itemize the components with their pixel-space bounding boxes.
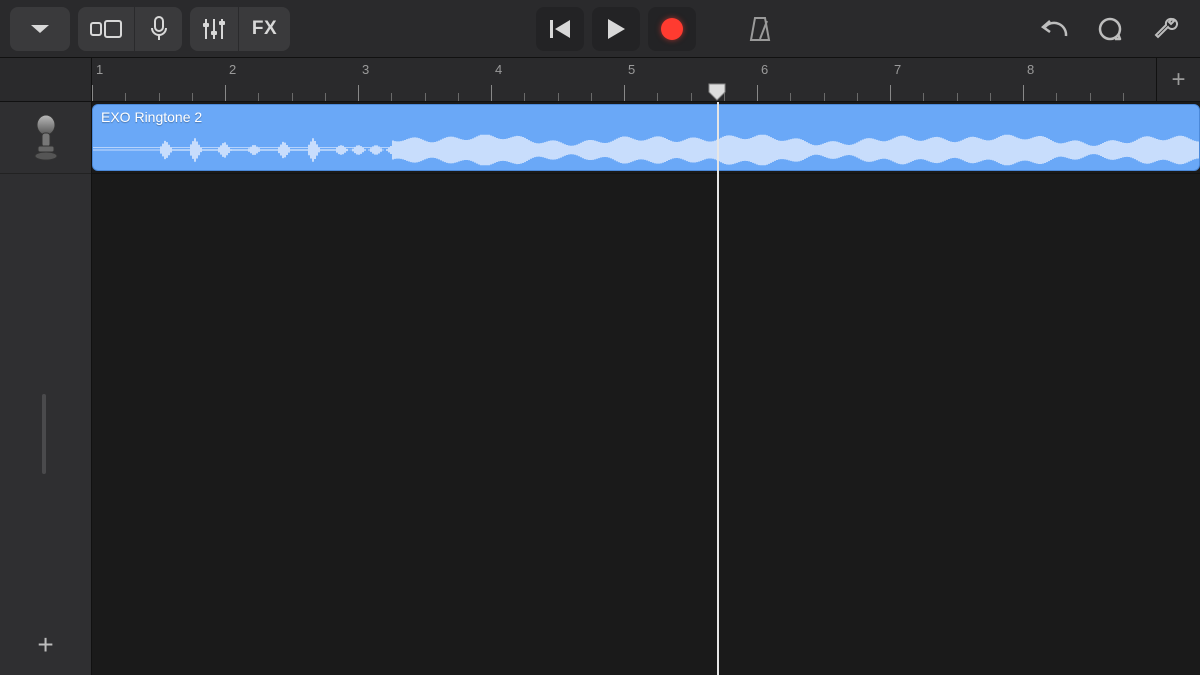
view-record-group (78, 7, 182, 51)
undo-icon (1039, 18, 1069, 40)
add-track-button[interactable]: + (0, 615, 91, 675)
ruler-bar-number: 4 (495, 62, 502, 77)
ruler-row: 1 2 3 4 5 6 7 8 + (0, 58, 1200, 102)
plus-icon: + (37, 629, 53, 661)
ruler-bar-number: 1 (96, 62, 103, 77)
skip-back-icon (548, 18, 572, 40)
ruler-bar-number: 7 (894, 62, 901, 77)
microphone-icon (149, 16, 169, 42)
rewind-button[interactable] (536, 7, 584, 51)
settings-button[interactable] (1142, 7, 1190, 51)
play-icon (606, 18, 626, 40)
wrench-icon (1152, 15, 1180, 43)
waveform (93, 133, 1199, 160)
track-row[interactable]: EXO Ringtone 2 (92, 102, 1200, 174)
play-button[interactable] (592, 7, 640, 51)
left-cluster: FX (10, 7, 290, 51)
plus-icon: + (1171, 66, 1185, 94)
browser-dropdown-button[interactable] (10, 7, 70, 51)
track-header-space (0, 174, 91, 615)
add-section-button[interactable]: + (1156, 58, 1200, 101)
chevron-down-icon (29, 22, 51, 36)
metronome-icon (747, 15, 773, 43)
ruler-bar-number: 6 (761, 62, 768, 77)
timeline: + EXO Ringtone 2 (0, 102, 1200, 675)
track-headers: + (0, 102, 92, 675)
scroll-indicator[interactable] (42, 394, 46, 474)
audio-clip[interactable]: EXO Ringtone 2 (92, 104, 1200, 171)
playhead-handle[interactable] (708, 83, 726, 101)
fx-label: FX (252, 18, 277, 40)
record-icon (661, 18, 683, 40)
sliders-icon (201, 17, 227, 41)
loop-icon (1096, 15, 1124, 43)
mixer-fx-group: FX (190, 7, 290, 51)
toolbar: FX (0, 0, 1200, 58)
transport-controls (536, 7, 696, 51)
ruler-gutter (0, 58, 92, 101)
track-view-icon (90, 18, 122, 40)
tracks-area[interactable]: EXO Ringtone 2 (92, 102, 1200, 675)
clip-label: EXO Ringtone 2 (101, 109, 202, 125)
track-view-button[interactable] (78, 7, 134, 51)
record-button[interactable] (648, 7, 696, 51)
right-cluster (1030, 7, 1190, 51)
ruler-bar-number: 2 (229, 62, 236, 77)
microphone-track-icon (29, 114, 63, 162)
ruler-bar-number: 8 (1027, 62, 1034, 77)
metronome-button[interactable] (736, 7, 784, 51)
loop-button[interactable] (1086, 7, 1134, 51)
mixer-button[interactable] (190, 7, 238, 51)
playhead[interactable] (717, 102, 719, 675)
ruler-bar-number: 3 (362, 62, 369, 77)
microphone-button[interactable] (134, 7, 182, 51)
timeline-ruler[interactable]: 1 2 3 4 5 6 7 8 (92, 58, 1156, 101)
undo-button[interactable] (1030, 7, 1078, 51)
fx-button[interactable]: FX (238, 7, 290, 51)
track-header[interactable] (0, 102, 91, 174)
ruler-bar-number: 5 (628, 62, 635, 77)
